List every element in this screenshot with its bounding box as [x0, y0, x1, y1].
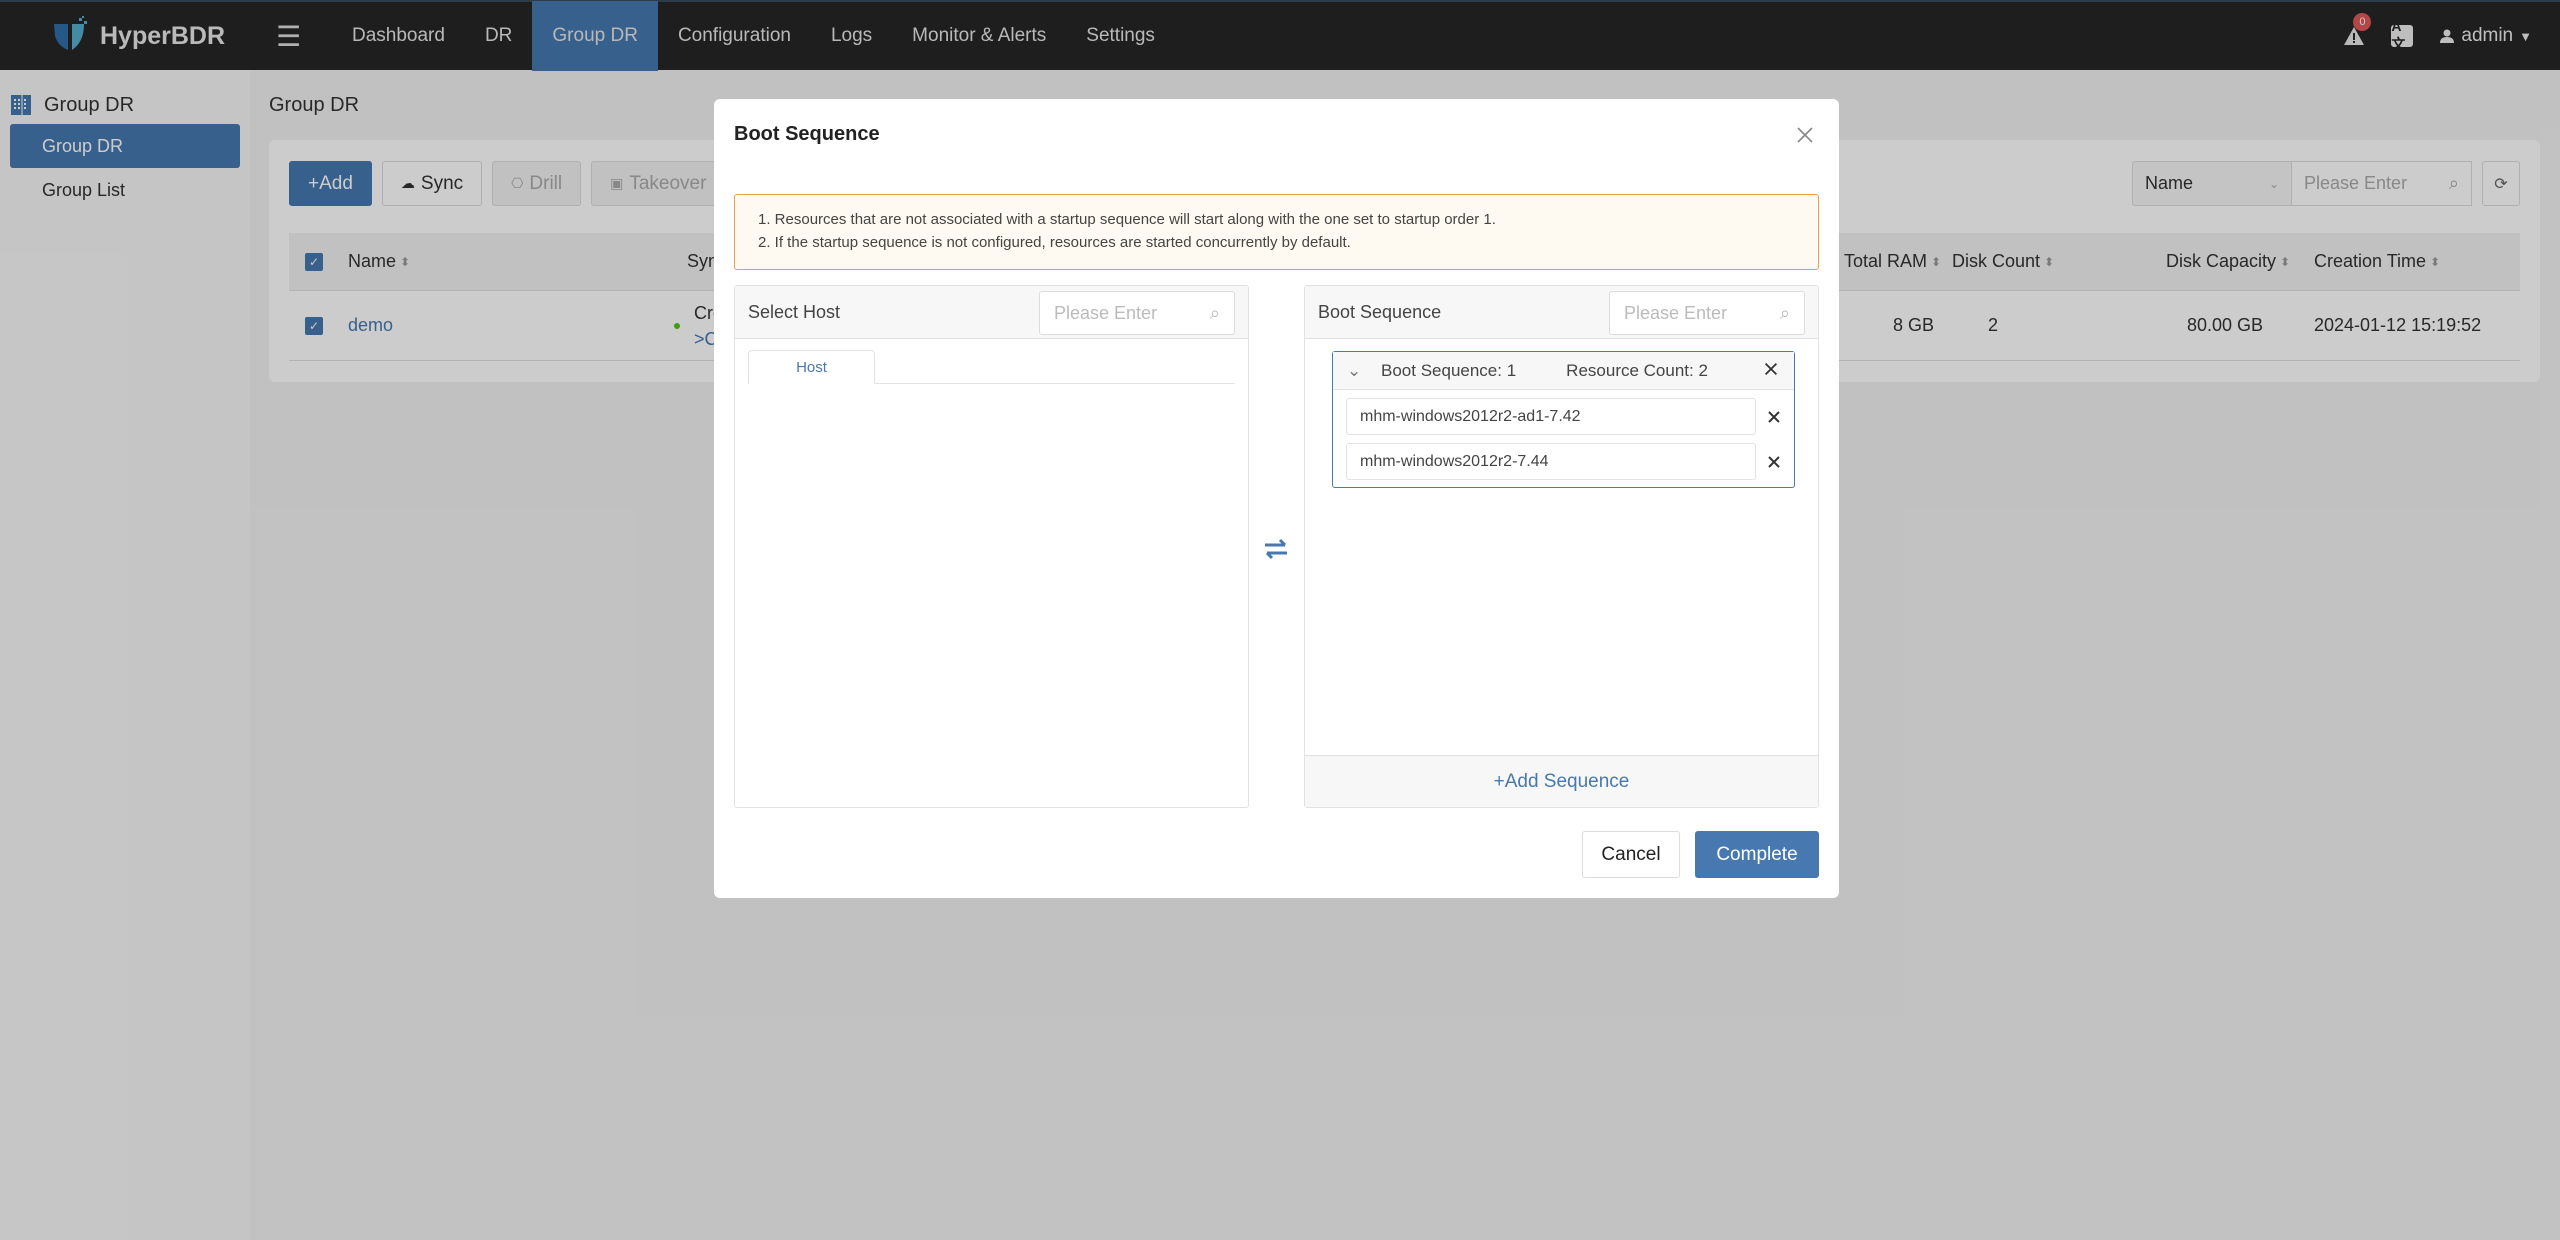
sequence-label: Boot Sequence: 1: [1381, 360, 1517, 380]
complete-button[interactable]: Complete: [1695, 831, 1819, 878]
select-host-title: Select Host: [748, 301, 841, 322]
notice-box: 1. Resources that are not associated wit…: [734, 194, 1819, 270]
close-icon[interactable]: [1793, 123, 1817, 147]
notice-line-1: 1. Resources that are not associated wit…: [758, 211, 1496, 228]
host-search-input[interactable]: Please Enter ⌕: [1039, 291, 1235, 335]
add-sequence-button[interactable]: +Add Sequence: [1305, 755, 1818, 807]
resource-item: mhm-windows2012r2-ad1-7.42: [1346, 398, 1756, 435]
search-icon: ⌕: [1779, 302, 1790, 323]
boot-sequence-group: ⌄ Boot Sequence: 1 Resource Count: 2 mhm…: [1332, 351, 1795, 488]
cancel-button[interactable]: Cancel: [1582, 831, 1680, 878]
select-host-panel: Select Host Please Enter ⌕ Host: [734, 285, 1249, 808]
boot-sequence-panel-title: Boot Sequence: [1318, 301, 1442, 322]
host-search-placeholder: Please Enter: [1054, 302, 1158, 323]
boot-sequence-modal: Boot Sequence 1. Resources that are not …: [714, 99, 1839, 898]
resource-name: mhm-windows2012r2-ad1-7.42: [1360, 407, 1581, 425]
resource-name: mhm-windows2012r2-7.44: [1360, 452, 1549, 470]
sequence-search-placeholder: Please Enter: [1624, 302, 1728, 323]
remove-resource-icon[interactable]: [1764, 407, 1784, 427]
resource-item: mhm-windows2012r2-7.44: [1346, 443, 1756, 480]
chevron-down-icon[interactable]: ⌄: [1347, 361, 1361, 381]
sequence-search-input[interactable]: Please Enter ⌕: [1609, 291, 1805, 335]
remove-sequence-icon[interactable]: [1762, 360, 1780, 378]
search-icon: ⌕: [1209, 302, 1220, 323]
tab-host[interactable]: Host: [748, 350, 875, 384]
remove-resource-icon[interactable]: [1764, 452, 1784, 472]
modal-title: Boot Sequence: [734, 123, 880, 145]
resource-count: Resource Count: 2: [1566, 360, 1708, 380]
notice-line-2: 2. If the startup sequence is not config…: [758, 234, 1351, 251]
transfer-arrows-icon[interactable]: [1261, 534, 1291, 564]
host-tabs: Host: [748, 350, 1235, 384]
boot-sequence-panel: Boot Sequence Please Enter ⌕ ⌄ Boot Sequ…: [1304, 285, 1819, 808]
